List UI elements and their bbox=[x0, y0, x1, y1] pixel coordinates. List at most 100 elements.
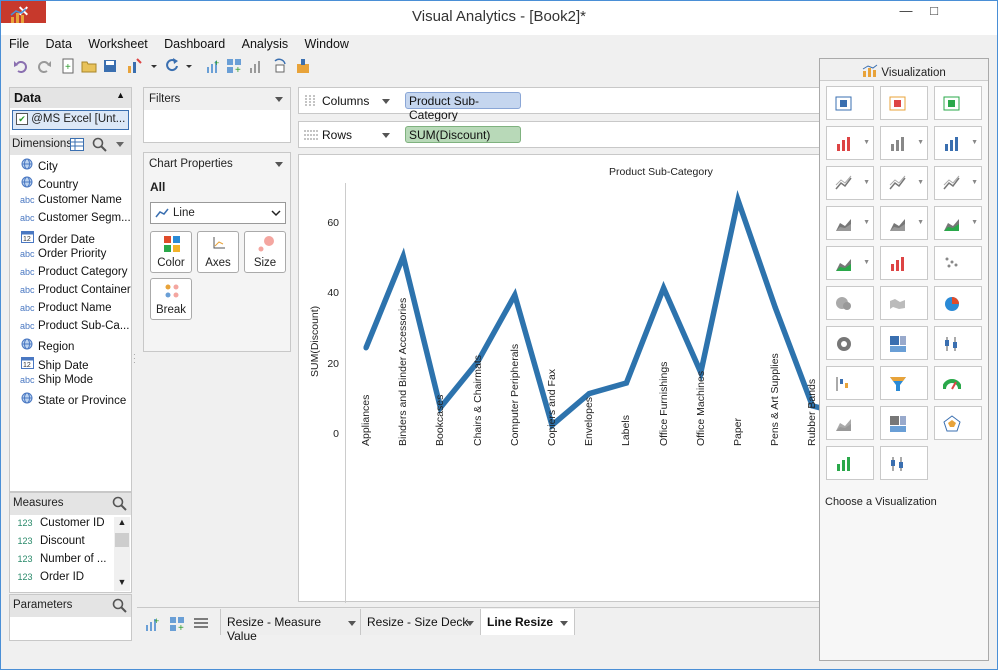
treemap-option[interactable] bbox=[880, 326, 928, 360]
marks-all-tab[interactable]: All bbox=[150, 180, 165, 194]
dropdown-arrow-icon[interactable] bbox=[559, 620, 569, 628]
dropdown-arrow-icon[interactable] bbox=[347, 620, 357, 628]
side-by-side-bar-option[interactable]: ▼ bbox=[880, 126, 928, 160]
filters-card[interactable]: Filters bbox=[143, 87, 291, 143]
dimension-item[interactable]: abc Product Category bbox=[20, 266, 128, 283]
candlestick-option[interactable] bbox=[880, 446, 928, 480]
dropdown-arrow-icon[interactable]: ▼ bbox=[863, 219, 870, 226]
dimension-item[interactable]: abc Order Priority bbox=[20, 248, 106, 265]
data-point[interactable] bbox=[512, 292, 518, 298]
dropdown-arrow-icon[interactable]: ▼ bbox=[971, 179, 978, 186]
dimension-item[interactable]: abc Ship Mode bbox=[20, 374, 93, 391]
gauge-option[interactable] bbox=[934, 366, 982, 400]
columns-shelf[interactable]: Columns Product Sub-Category bbox=[298, 87, 822, 122]
table-icon[interactable] bbox=[70, 138, 84, 151]
break-button[interactable]: Break bbox=[150, 278, 192, 320]
new-worksheet-icon[interactable]: + bbox=[145, 616, 161, 632]
scroll-up-icon[interactable]: ▲ bbox=[114, 517, 130, 531]
donut-chart-option[interactable] bbox=[826, 326, 874, 360]
tab-line-resize[interactable]: Line Resize bbox=[481, 609, 575, 635]
funnel-option[interactable] bbox=[880, 366, 928, 400]
measure-item[interactable]: 123 Customer ID bbox=[14, 517, 104, 534]
menu-dashboard[interactable]: Dashboard bbox=[164, 37, 225, 51]
scroll-down-icon[interactable]: ▼ bbox=[114, 577, 130, 591]
data-source-icon[interactable] bbox=[126, 58, 142, 74]
measure-item[interactable]: 123 Order ID bbox=[14, 571, 84, 588]
data-point[interactable] bbox=[772, 304, 778, 310]
data-source-item[interactable]: ✔ @MS Excel [Unt... bbox=[12, 110, 129, 130]
radar-chart-option[interactable] bbox=[934, 406, 982, 440]
dimension-item[interactable]: abc Product Container bbox=[20, 284, 131, 301]
dimension-item[interactable]: 12 Ship Date bbox=[20, 356, 89, 373]
rows-shelf[interactable]: Rows SUM(Discount) bbox=[298, 121, 822, 148]
dropdown-arrow-icon[interactable]: ▼ bbox=[863, 139, 870, 146]
rows-pill[interactable]: SUM(Discount) bbox=[405, 126, 521, 143]
menu-analysis[interactable]: Analysis bbox=[242, 37, 289, 51]
data-point[interactable] bbox=[586, 390, 592, 397]
discrete-line-option[interactable]: ▼ bbox=[934, 166, 982, 200]
dimension-item[interactable]: 12 Order Date bbox=[20, 230, 95, 247]
scrollbar-thumb[interactable] bbox=[115, 533, 129, 547]
data-point[interactable] bbox=[661, 285, 667, 291]
area-chart-option[interactable]: ▼ bbox=[826, 206, 874, 240]
chart-canvas[interactable]: Product Sub-Category SUM(Discount) 0 20 40… bbox=[298, 154, 822, 603]
pie-chart-option[interactable] bbox=[934, 286, 982, 320]
dimension-item[interactable]: abc Product Sub-Ca... bbox=[20, 320, 129, 337]
chart-view-icon[interactable] bbox=[248, 58, 264, 74]
search-icon[interactable] bbox=[112, 496, 128, 512]
maximize-button[interactable]: □ bbox=[919, 1, 949, 23]
packed-area-option[interactable] bbox=[826, 406, 874, 440]
data-point[interactable] bbox=[363, 345, 369, 351]
dropdown-arrow-icon[interactable] bbox=[115, 141, 125, 149]
histogram-option[interactable] bbox=[826, 446, 874, 480]
sort-arrows-icon[interactable]: ▲ bbox=[116, 90, 125, 100]
line-chart-option[interactable]: ▼ bbox=[826, 166, 874, 200]
save-icon[interactable] bbox=[102, 58, 118, 74]
pivot-table-option[interactable] bbox=[826, 86, 874, 120]
dropdown-arrow-icon[interactable]: ▼ bbox=[917, 179, 924, 186]
menu-file[interactable]: File bbox=[9, 37, 29, 51]
open-icon[interactable] bbox=[81, 58, 97, 74]
dual-line-option[interactable]: ▼ bbox=[880, 166, 928, 200]
dropdown-arrow-icon[interactable] bbox=[184, 58, 200, 74]
dropdown-arrow-icon[interactable] bbox=[274, 96, 284, 104]
dropdown-arrow-icon[interactable] bbox=[149, 58, 165, 74]
size-button[interactable]: Size bbox=[244, 231, 286, 273]
data-point[interactable] bbox=[623, 380, 629, 386]
dual-area-option[interactable]: ▼ bbox=[934, 206, 982, 240]
redo-icon[interactable] bbox=[36, 58, 52, 74]
dimension-item[interactable]: abc Customer Name bbox=[20, 194, 122, 211]
new-dashboard-icon[interactable]: + bbox=[226, 58, 242, 74]
waterfall-option[interactable] bbox=[826, 366, 874, 400]
measure-item[interactable]: 123 Number of ... bbox=[14, 553, 106, 570]
color-button[interactable]: Color bbox=[150, 231, 192, 273]
dropdown-arrow-icon[interactable] bbox=[465, 620, 475, 628]
dimension-item[interactable]: State or Province bbox=[20, 392, 126, 409]
scatter-plot-option[interactable] bbox=[934, 246, 982, 280]
packed-bubbles-option[interactable] bbox=[880, 406, 928, 440]
series-line[interactable] bbox=[363, 189, 821, 431]
new-dashboard-icon[interactable]: + bbox=[169, 616, 185, 632]
dropdown-arrow-icon[interactable]: ▼ bbox=[917, 139, 924, 146]
filled-map-option[interactable] bbox=[880, 286, 928, 320]
menu-window[interactable]: Window bbox=[305, 37, 349, 51]
dimension-item[interactable]: abc Customer Segm... bbox=[20, 212, 131, 229]
minimize-button[interactable]: — bbox=[891, 1, 921, 23]
bar-chart-option[interactable]: ▼ bbox=[826, 126, 874, 160]
checkbox-icon[interactable]: ✔ bbox=[16, 113, 28, 125]
measures-scrollbar[interactable]: ▲ ▼ bbox=[114, 517, 130, 591]
dropdown-arrow-icon[interactable] bbox=[381, 132, 391, 140]
rotate-view-icon[interactable] bbox=[272, 58, 288, 74]
dimension-item[interactable]: City bbox=[20, 158, 58, 175]
menu-data[interactable]: Data bbox=[46, 37, 72, 51]
stacked-area-option[interactable]: ▼ bbox=[880, 206, 928, 240]
dimension-item[interactable]: Region bbox=[20, 338, 74, 355]
dropdown-arrow-icon[interactable]: ▼ bbox=[917, 219, 924, 226]
undo-icon[interactable] bbox=[13, 58, 29, 74]
dropdown-arrow-icon[interactable] bbox=[274, 161, 284, 169]
axes-button[interactable]: Axes bbox=[197, 231, 239, 273]
search-icon[interactable] bbox=[92, 137, 108, 153]
splitter-handle[interactable]: · · · bbox=[133, 351, 139, 367]
dropdown-arrow-icon[interactable]: ▼ bbox=[971, 219, 978, 226]
dropdown-arrow-icon[interactable] bbox=[381, 98, 391, 106]
